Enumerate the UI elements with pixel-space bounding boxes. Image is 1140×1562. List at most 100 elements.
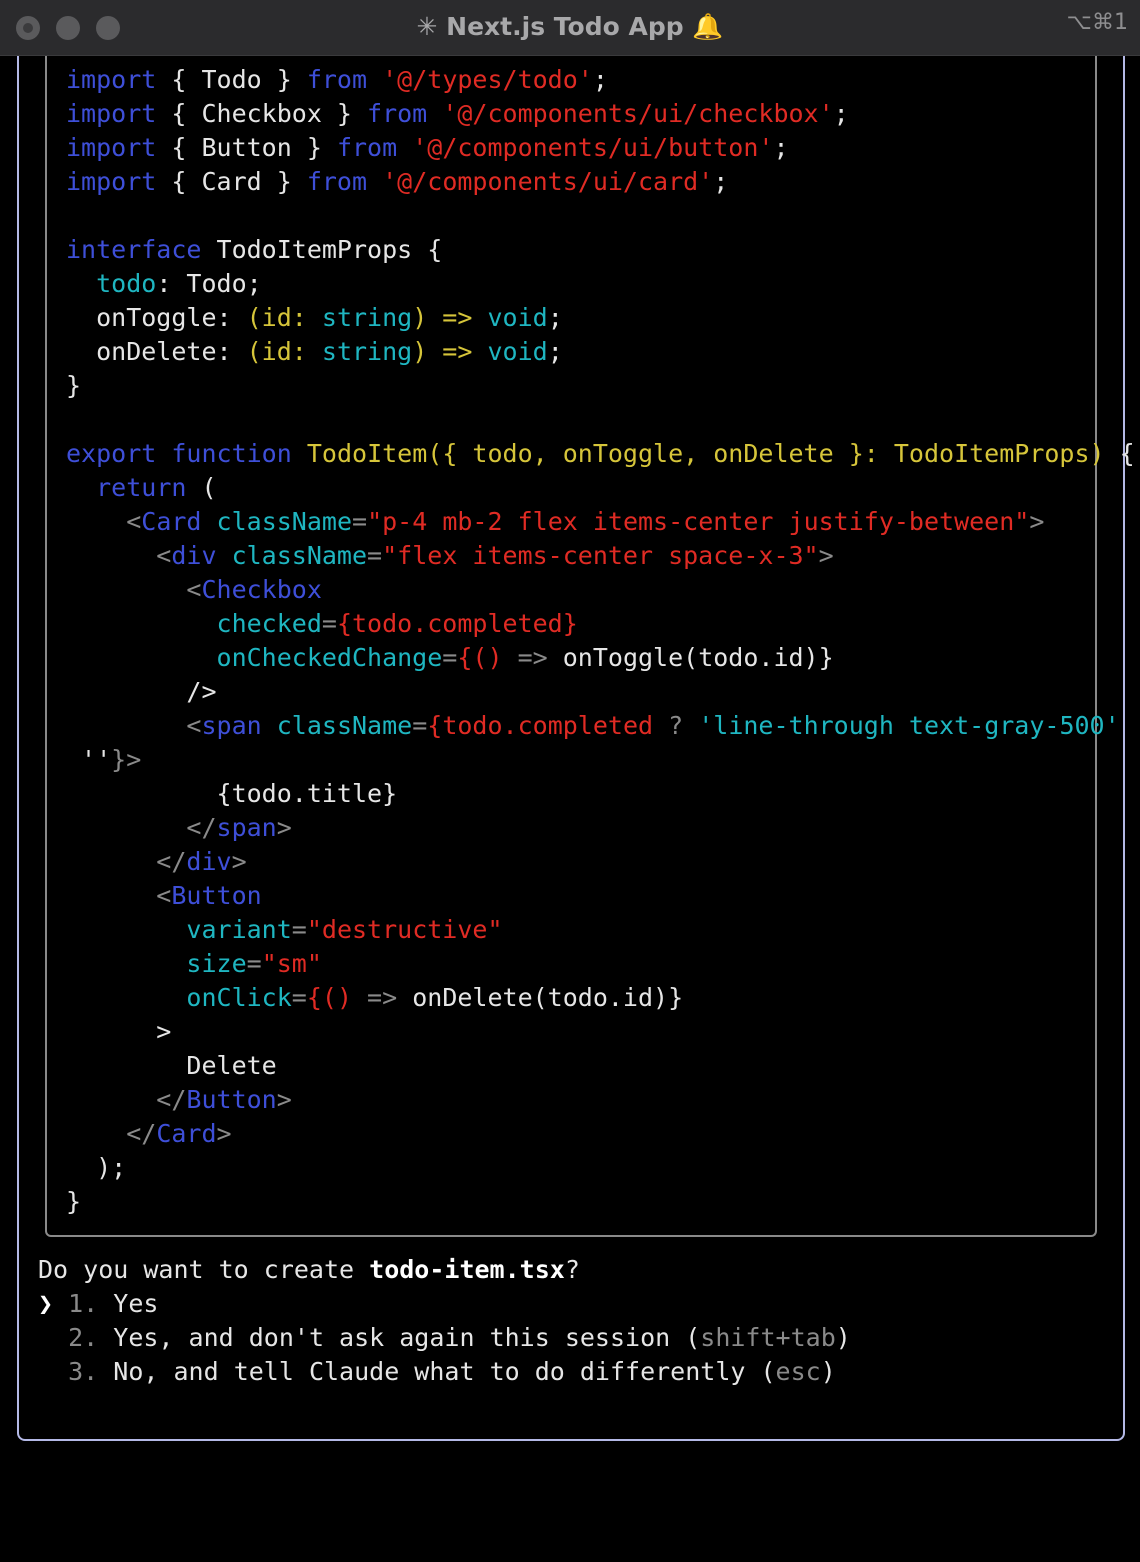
option-yes[interactable]: ❯ 1. Yes	[38, 1287, 158, 1321]
code-token: TodoItemProps {	[201, 235, 443, 264]
code-token: Button	[186, 1085, 277, 1114]
code-token: =	[291, 915, 307, 944]
code-line: <Card className="p-4 mb-2 flex items-cen…	[66, 505, 1044, 539]
code-token: );	[66, 1153, 127, 1182]
code-token: return	[96, 473, 187, 502]
code-line: variant="destructive"	[66, 913, 503, 947]
code-line: </Card>	[66, 1117, 231, 1151]
code-token: =	[412, 711, 428, 740]
code-token: interface	[66, 235, 202, 264]
code-token: {()	[457, 643, 503, 672]
code-line: </Button>	[66, 1083, 292, 1117]
code-line: onDelete: (id: string) => void;	[66, 335, 563, 369]
code-token: </	[66, 1085, 187, 1114]
code-token: from	[336, 133, 398, 162]
code-token: from	[306, 65, 368, 94]
option-number: 1.	[68, 1289, 99, 1318]
code-token: '@/components/ui/button'	[412, 133, 774, 162]
code-token: variant	[186, 915, 292, 944]
code-token: =	[367, 541, 383, 570]
code-token: =	[246, 949, 262, 978]
code-line: import { Todo } from '@/types/todo';	[66, 63, 608, 97]
code-token: : Todo;	[156, 269, 262, 298]
code-token: }>	[111, 745, 142, 774]
code-token: import	[66, 167, 157, 196]
create-file-question: Do you want to create todo-item.tsx?	[38, 1253, 580, 1287]
option-close-paren: )	[820, 1357, 836, 1386]
code-token: { Todo }	[156, 65, 307, 94]
code-token: '@/components/ui/card'	[382, 167, 714, 196]
code-line: onCheckedChange={() => onToggle(todo.id)…	[66, 641, 834, 675]
code-line: <Button	[66, 879, 261, 913]
code-token: { Checkbox }	[156, 99, 368, 128]
code-token: { Button }	[156, 133, 337, 162]
code-token: function	[171, 439, 292, 468]
code-token: "destructive"	[306, 915, 503, 944]
window-title: ✳ Next.js Todo App 🔔	[416, 12, 724, 41]
code-token: <	[66, 881, 172, 910]
code-token: />	[66, 677, 217, 706]
option-label: Yes	[113, 1289, 159, 1318]
code-line: />	[66, 675, 217, 709]
window-shortcut: ⌥⌘1	[1066, 10, 1128, 35]
code-token: { Card }	[156, 167, 307, 196]
code-token: </	[66, 813, 217, 842]
code-line: ''}>	[66, 743, 141, 777]
code-token: <	[66, 541, 172, 570]
code-token: ;	[547, 337, 563, 366]
code-token: void	[487, 337, 548, 366]
code-token: {todo.completed	[427, 711, 654, 740]
code-token: ;	[833, 99, 849, 128]
option-shortcut-hint: esc	[775, 1357, 821, 1386]
code-line: return (	[66, 471, 217, 505]
code-line: checked={todo.completed}	[66, 607, 578, 641]
code-token: string	[321, 303, 413, 332]
code-token: '@/types/todo'	[382, 65, 593, 94]
code-token: onClick	[186, 983, 292, 1012]
code-token: =>	[352, 983, 413, 1012]
code-token: onDelete:	[66, 337, 247, 366]
code-token: '@/components/ui/checkbox'	[442, 99, 834, 128]
code-line: size="sm"	[66, 947, 322, 981]
code-token: >	[66, 1017, 172, 1046]
code-token: string	[321, 337, 413, 366]
code-token: div	[186, 847, 232, 876]
code-token: =	[442, 643, 458, 672]
code-line: <div className="flex items-center space-…	[66, 539, 834, 573]
code-token: =	[352, 507, 368, 536]
code-line: todo: Todo;	[66, 267, 262, 301]
code-token: <	[66, 507, 142, 536]
code-token: className	[276, 711, 413, 740]
code-token: >	[276, 813, 292, 842]
code-line: <span className={todo.completed ? 'line-…	[66, 709, 1140, 743]
code-token: ) =>	[412, 337, 488, 366]
option-no-tell-claude[interactable]: 3. No, and tell Claude what to do differ…	[38, 1355, 836, 1389]
code-line: import { Button } from '@/components/ui/…	[66, 131, 789, 165]
code-token: "flex items-center space-x-3"	[382, 541, 819, 570]
code-token: ;	[592, 65, 608, 94]
code-token: :	[1120, 711, 1140, 740]
code-line: </div>	[66, 845, 246, 879]
code-token: onToggle:	[66, 303, 247, 332]
code-line: );	[66, 1151, 126, 1185]
code-token: (	[186, 473, 217, 502]
selection-cursor-icon: ❯	[38, 1289, 54, 1318]
code-token: </	[66, 847, 187, 876]
question-text: Do you want to create	[38, 1255, 370, 1284]
code-token: >	[818, 541, 834, 570]
code-token: }	[66, 1187, 82, 1216]
code-token: ;	[547, 303, 563, 332]
code-token: {	[1104, 439, 1135, 468]
option-yes-dont-ask[interactable]: 2. Yes, and don't ask again this session…	[38, 1321, 851, 1355]
code-token: =>	[502, 643, 563, 672]
code-line: import { Card } from '@/components/ui/ca…	[66, 165, 728, 199]
